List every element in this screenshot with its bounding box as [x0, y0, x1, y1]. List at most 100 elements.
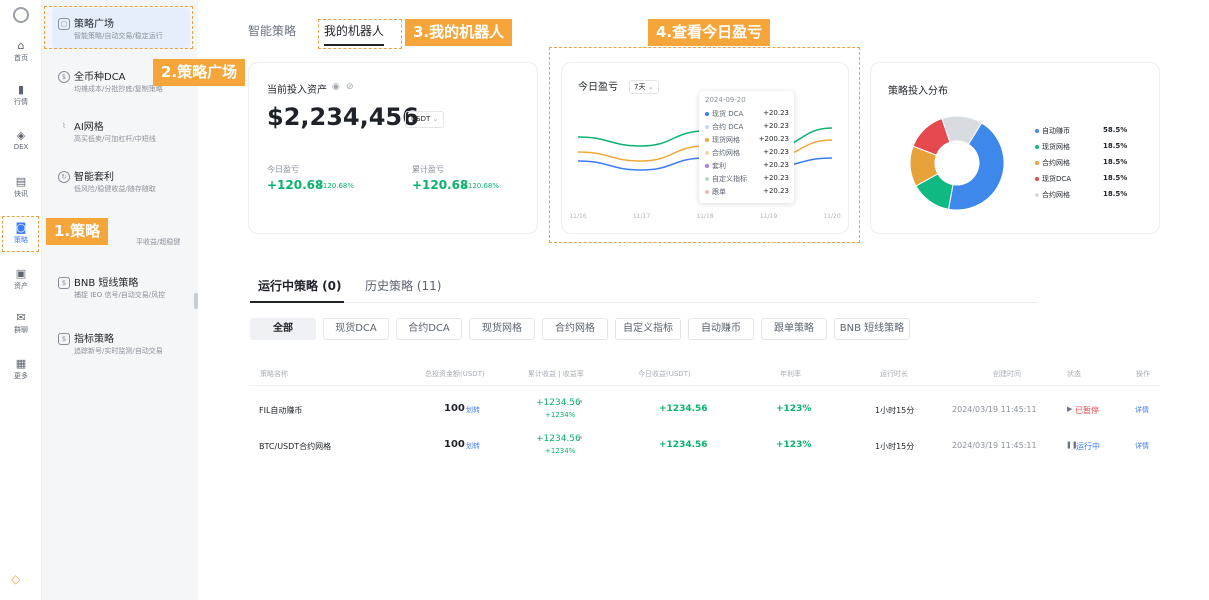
hide-icon[interactable]: ⊘: [346, 82, 354, 92]
sidebar-item-subtitle: 平收益/超稳健: [136, 238, 181, 246]
rail-item-market[interactable]: ▮ 行情: [0, 84, 42, 107]
sidebar-item-ai-grid[interactable]: ⌇ AI网格 高买低卖/可加杠杆/中短线: [52, 118, 190, 152]
filter-copy-trade[interactable]: 跟单策略: [761, 318, 827, 340]
transfer-link[interactable]: 划转: [466, 441, 480, 451]
rail-item-more[interactable]: ▦ 更多: [0, 358, 42, 381]
sidebar-item-subtitle: 均摊成本/分批抄底/复制策略: [74, 85, 163, 93]
rail-item-assets[interactable]: ▣ 资产: [0, 268, 42, 291]
legend-label: 合约网格: [1042, 159, 1070, 167]
share-icon[interactable]: ↗: [576, 434, 583, 443]
row-total: +1234.56: [536, 434, 581, 444]
sidebar-item-title: BNB 短线策略: [74, 278, 139, 289]
rail-item-news[interactable]: ▤ 快讯: [0, 176, 42, 199]
legend-value: 58.5%: [1103, 126, 1128, 134]
filter-auto-earn[interactable]: 自动赚币: [688, 318, 754, 340]
row-rate: +1234%: [545, 411, 576, 419]
col-created: 创建时间: [993, 370, 1021, 378]
chat-icon: ✉: [16, 311, 26, 324]
row-duration: 1小时15分: [875, 406, 915, 415]
rail-item-chat[interactable]: ✉ 群聊: [0, 312, 42, 335]
chart-icon: ▮: [17, 83, 25, 96]
legend-item: 现货网格 18.5%: [1035, 142, 1145, 154]
sidebar-item-title: 全币种DCA: [74, 72, 126, 83]
strategy-sidebar: ▢ 策略广场 智能策略/自动交易/稳定运行 $ 全币种DCA 均摊成本/分批抄底…: [42, 0, 198, 600]
total-pnl-label: 累计盈亏: [412, 165, 444, 174]
legend-item: 合约网格 18.5%: [1035, 190, 1145, 202]
sidebar-item-arbitrage[interactable]: ↻ 智能套利 低风险/稳健收益/随存随取: [52, 168, 190, 202]
col-total: 累计收益 | 收益率: [528, 370, 584, 378]
sidebar-item-subtitle: 追踪新号/实时监测/自动交易: [74, 347, 163, 355]
annotation-label-2: 2.策略广场: [153, 59, 246, 86]
tab-history[interactable]: 历史策略 (11): [365, 277, 441, 294]
annotation-box-strategy: [2, 216, 39, 252]
legend-dot: [1035, 145, 1039, 149]
rail-item-home[interactable]: ⌂ 首页: [0, 40, 42, 63]
legend-dot: [1035, 177, 1039, 181]
sidebar-item-subtitle: 捕捉 IEO 信号/自动交易/风控: [74, 291, 166, 299]
details-link[interactable]: 详情: [1135, 441, 1149, 451]
coin-icon: $: [58, 71, 70, 83]
filter-spot-dca[interactable]: 现货DCA: [323, 318, 389, 340]
legend-value: 18.5%: [1103, 142, 1128, 150]
filter-spot-grid[interactable]: 现货网格: [469, 318, 535, 340]
legend-dot: [1035, 161, 1039, 165]
legend-item: 现货DCA 18.5%: [1035, 174, 1145, 186]
row-rate: +1234%: [545, 447, 576, 455]
sidebar-collapse-handle[interactable]: [194, 293, 198, 309]
row-created: 2024/03/19 11:45:11: [952, 405, 1037, 414]
filter-bnb-short[interactable]: BNB 短线策略: [834, 318, 910, 340]
annotation-label-3: 3.我的机器人: [405, 19, 513, 46]
filter-all[interactable]: 全部: [250, 318, 316, 340]
legend-dot: [1035, 129, 1039, 133]
table-divider: [250, 385, 1160, 386]
tab-smart-strategy[interactable]: 智能策略: [248, 22, 296, 39]
dex-icon: ◈: [16, 129, 26, 142]
row-status: 运行中: [1076, 442, 1100, 451]
legend-value: 18.5%: [1103, 158, 1128, 166]
currency-label: USDT: [411, 115, 431, 123]
share-icon[interactable]: ↗: [576, 398, 583, 407]
annotation-label-4: 4.查看今日盈亏: [648, 19, 771, 46]
legend-label: 自动赚币: [1042, 127, 1070, 135]
app-logo-icon[interactable]: [13, 7, 29, 23]
today-pnl-value: +120.68: [267, 178, 324, 192]
annotation-box-my-robots: [318, 19, 402, 49]
sidebar-item-indicator[interactable]: $ 指标策略 追踪新号/实时监测/自动交易: [52, 330, 190, 364]
filter-custom-indicator[interactable]: 自定义指标: [615, 318, 681, 340]
tab-running[interactable]: 运行中策略 (0): [258, 277, 342, 294]
transfer-link[interactable]: 划转: [466, 405, 480, 415]
details-link[interactable]: 详情: [1135, 405, 1149, 415]
col-amount: 总投资金额(USDT): [425, 370, 485, 378]
grid-icon: ▦: [15, 357, 27, 370]
icon-rail: ⌂ 首页 ▮ 行情 ◈ DEX ▤ 快讯 ◙ 策略 ▣ 资产 ✉ 群聊 ▦ 更多 ◇: [0, 0, 42, 600]
row-amount: 100: [444, 403, 465, 414]
total-pnl-value: +120.68: [412, 178, 469, 192]
today-pnl-pct: +120.68%: [317, 182, 355, 190]
currency-select[interactable]: USDT ⌄: [405, 111, 445, 128]
assets-value: $2,234,456: [267, 103, 419, 131]
active-tab-underline: [250, 301, 344, 303]
filter-futures-dca[interactable]: 合约DCA: [396, 318, 462, 340]
paused-icon: ▶: [1067, 405, 1073, 413]
assets-title: 当前投入资产: [267, 85, 327, 96]
row-status: 已暂停: [1075, 406, 1099, 415]
sidebar-item-subtitle: 低风险/稳健收益/随存随取: [74, 185, 156, 193]
col-apy: 年利率: [780, 370, 801, 378]
eye-icon[interactable]: ◉: [332, 82, 340, 92]
filter-futures-grid[interactable]: 合约网格: [542, 318, 608, 340]
today-pnl-label: 今日盈亏: [267, 165, 299, 174]
col-status: 状态: [1067, 370, 1081, 378]
sidebar-item-subtitle: 高买低卖/可加杠杆/中短线: [74, 135, 156, 143]
legend-label: 现货网格: [1042, 143, 1070, 151]
row-created: 2024/03/19 11:45:11: [952, 441, 1037, 450]
assets-card: 当前投入资产 ◉ ⊘ $2,234,456 USDT ⌄ 今日盈亏 +120.6…: [248, 62, 538, 234]
strategy-list-tabs: 运行中策略 (0) 历史策略 (11): [250, 276, 1038, 303]
annotation-box-pnl: [549, 47, 860, 243]
row-today: +1234.56: [659, 440, 708, 450]
col-name: 策略名称: [260, 370, 288, 378]
row-apy: +123%: [776, 440, 812, 450]
chevron-down-icon: ⌄: [432, 115, 439, 123]
diamond-icon[interactable]: ◇: [11, 573, 25, 585]
sidebar-item-bnb[interactable]: $ BNB 短线策略 捕捉 IEO 信号/自动交易/风控: [52, 274, 190, 308]
rail-item-dex[interactable]: ◈ DEX: [0, 130, 42, 151]
